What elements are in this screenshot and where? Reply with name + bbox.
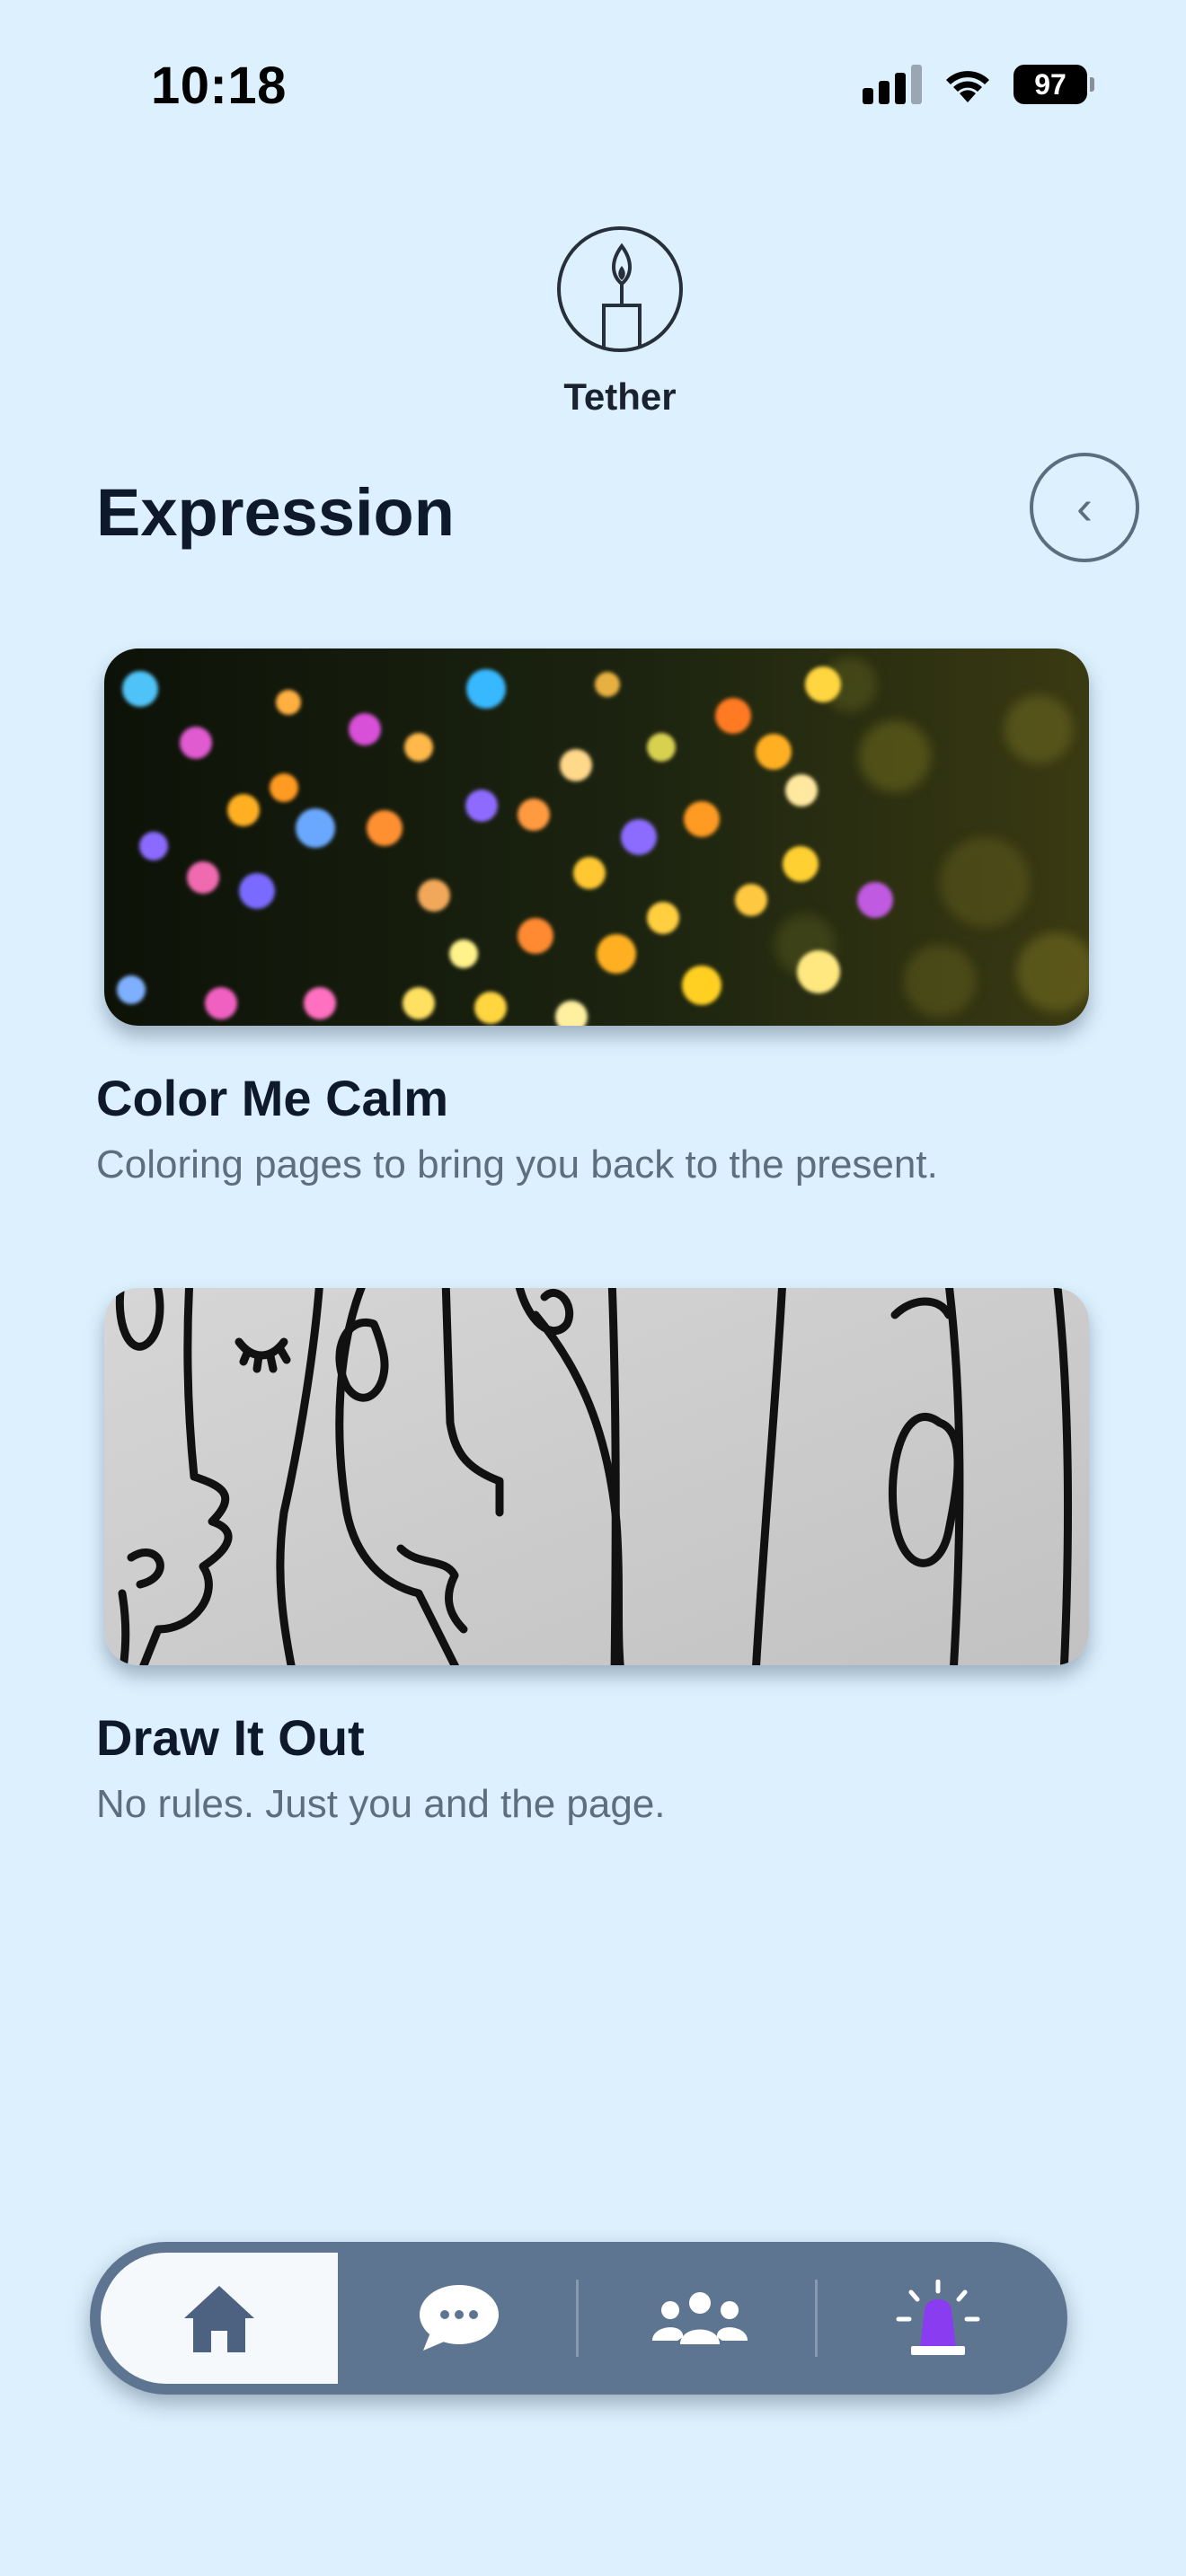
battery-level: 97 (1034, 67, 1067, 101)
back-button[interactable]: ‹ (1030, 453, 1139, 562)
chat-icon (420, 2285, 499, 2351)
nav-divider (576, 2280, 579, 2357)
card-title[interactable]: Draw It Out (96, 1708, 365, 1767)
community-icon (652, 2292, 748, 2344)
nav-home[interactable] (101, 2253, 338, 2384)
color-me-calm-card-image[interactable] (104, 648, 1089, 1026)
bokeh-lights-photo (104, 648, 1089, 1026)
card-description: Coloring pages to bring you back to the … (96, 1142, 938, 1187)
expression-screen: 10:18 97 Tether Expression ‹ Color Me Ca… (0, 0, 1186, 2576)
candle-icon (557, 226, 683, 352)
status-icons: 97 (863, 65, 1094, 104)
nav-chat[interactable] (338, 2253, 580, 2384)
chevron-left-icon: ‹ (1076, 481, 1093, 534)
card-description: No rules. Just you and the page. (96, 1782, 666, 1826)
line-art-faces-drawing (104, 1288, 1089, 1665)
nav-emergency[interactable] (819, 2253, 1057, 2384)
signal-icon (863, 65, 922, 104)
battery-icon: 97 (1013, 65, 1094, 104)
home-icon (184, 2286, 254, 2352)
nav-divider (815, 2280, 818, 2357)
alert-siren-icon (896, 2280, 980, 2355)
status-time: 10:18 (151, 57, 287, 115)
nav-community[interactable] (580, 2253, 819, 2384)
app-logo-text: Tether (563, 375, 677, 418)
draw-it-out-card-image[interactable] (104, 1288, 1089, 1665)
wifi-icon (946, 71, 989, 102)
bottom-nav (90, 2242, 1067, 2395)
page-title: Expression (96, 475, 455, 550)
card-title[interactable]: Color Me Calm (96, 1069, 448, 1127)
